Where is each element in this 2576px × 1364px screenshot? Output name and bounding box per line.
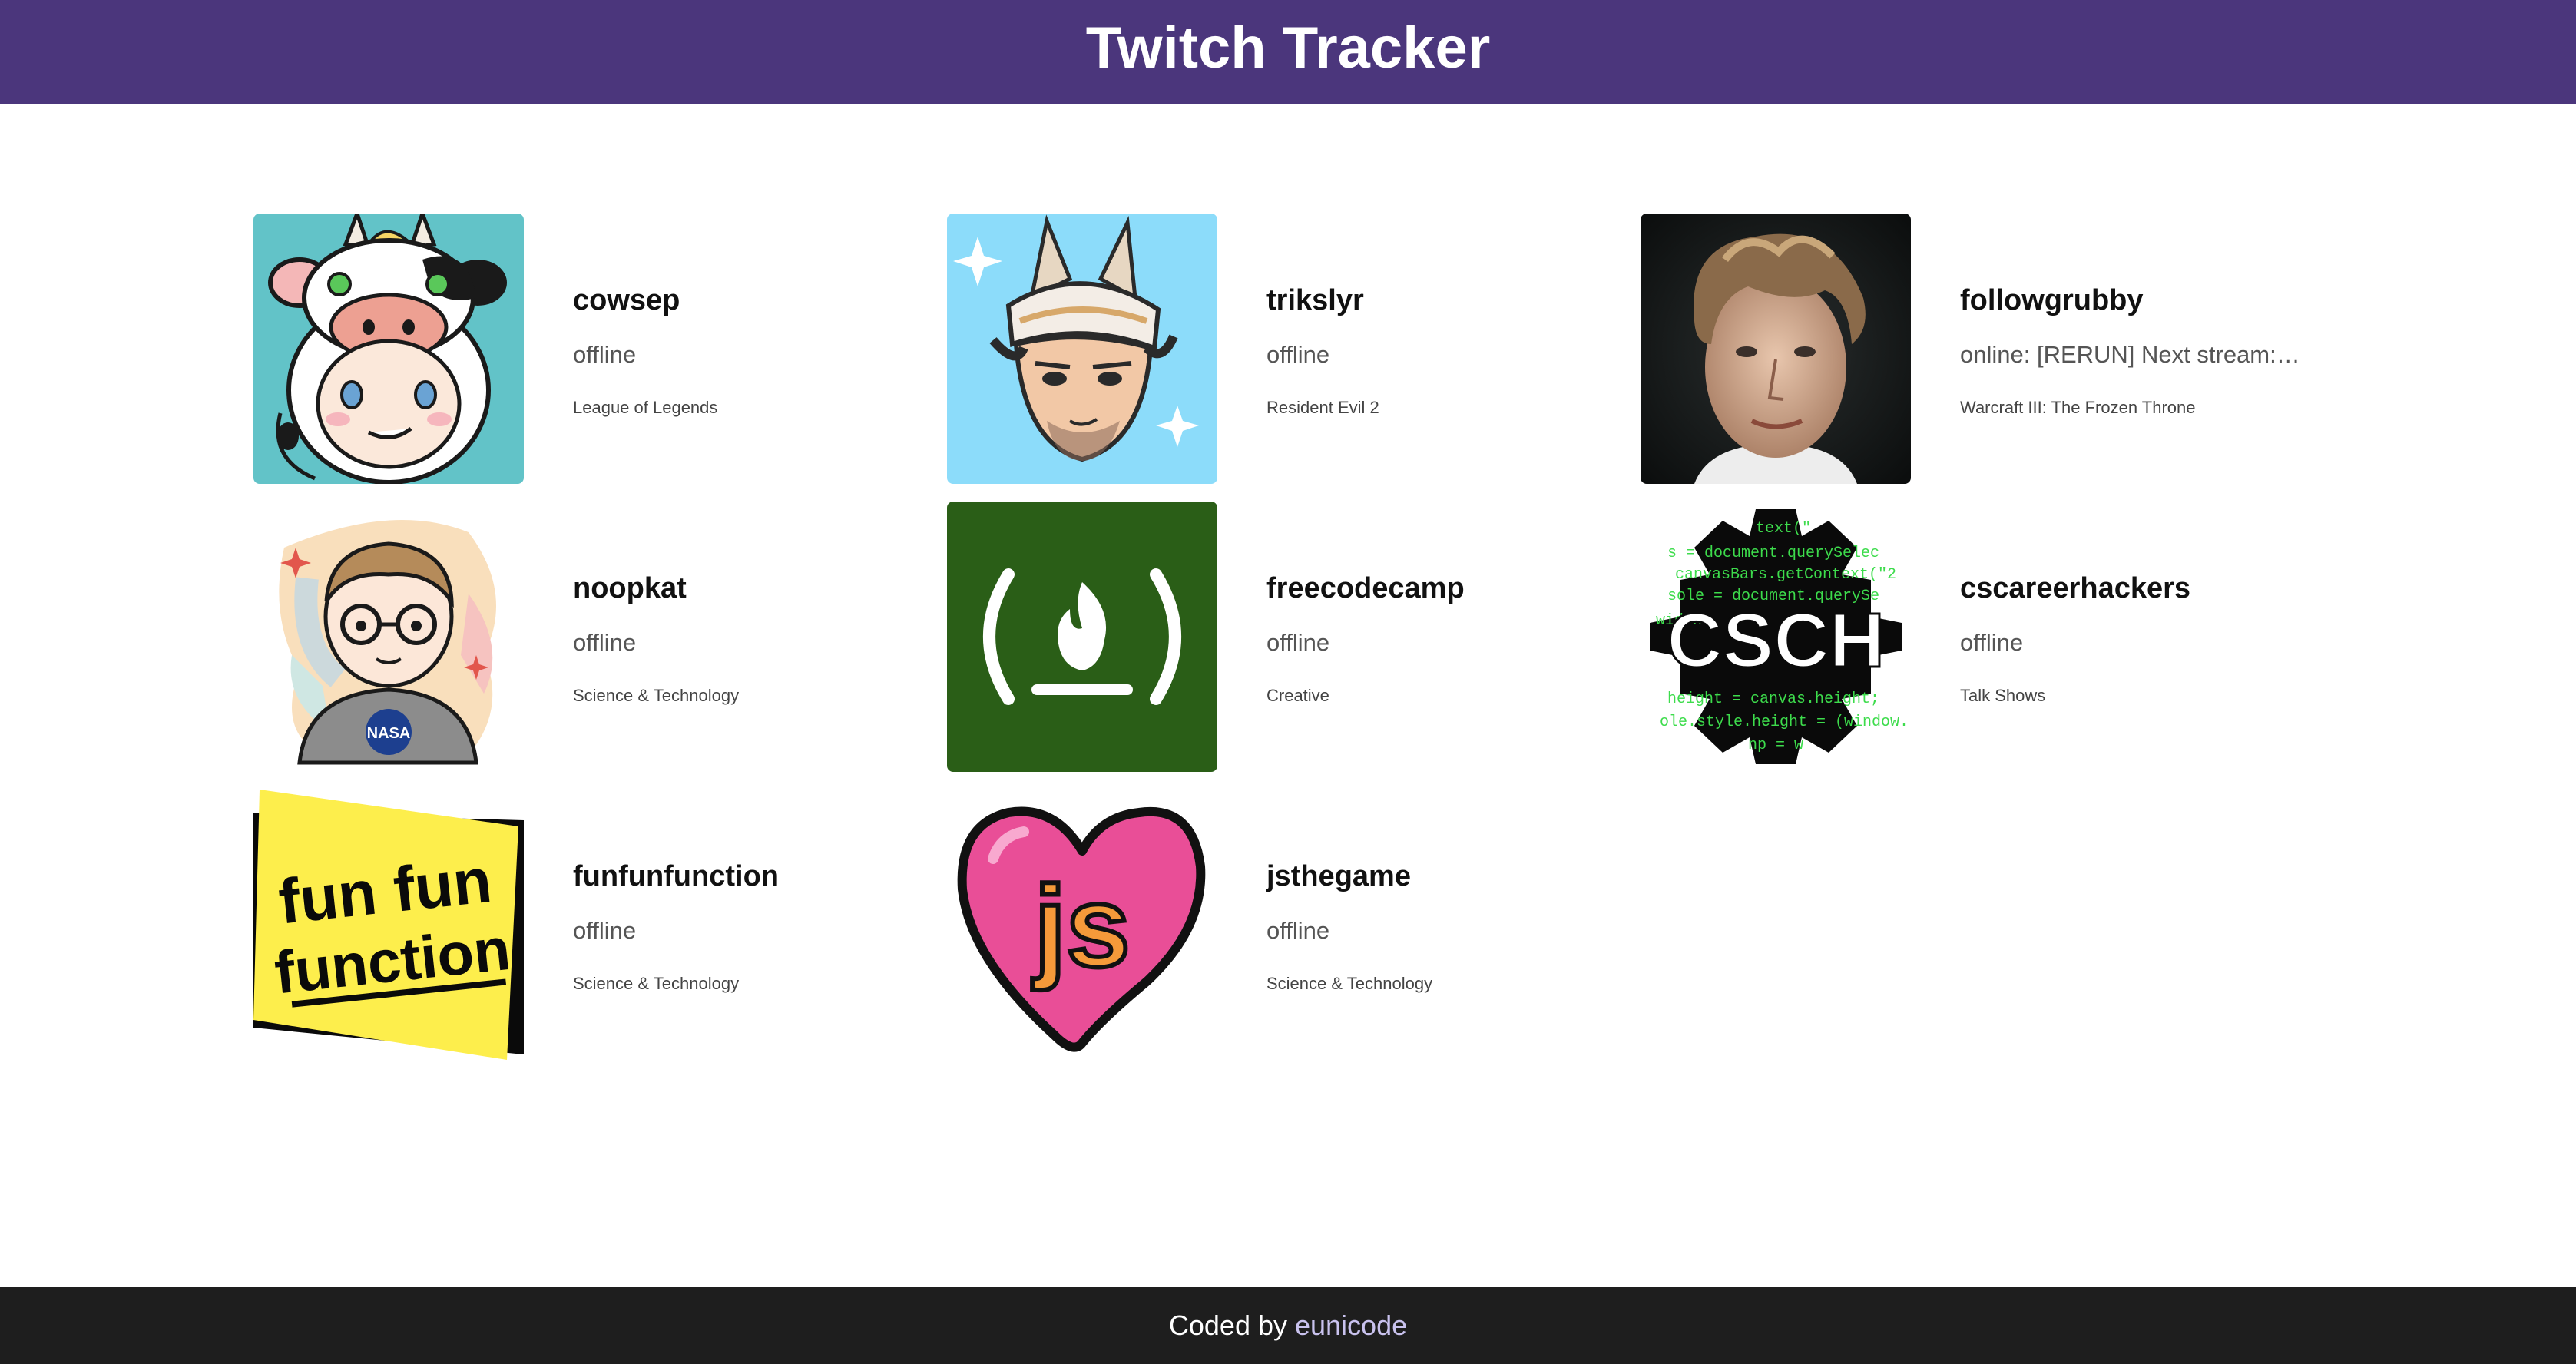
streamer-name[interactable]: cowsep: [573, 284, 680, 317]
streamer-card-followgrubby[interactable]: followgrubby online: [RERUN] Next stream…: [1641, 214, 2316, 484]
svg-text:s = document.querySelec: s = document.querySelec: [1667, 545, 1879, 562]
svg-text:js: js: [1031, 862, 1130, 991]
svg-text:CSCH: CSCH: [1667, 598, 1884, 684]
heart-logo-icon: js: [947, 790, 1217, 1060]
author-link[interactable]: eunicode: [1295, 1309, 1407, 1342]
streamer-name[interactable]: noopkat: [573, 572, 687, 605]
streamer-status: offline: [1266, 629, 1330, 656]
svg-text:NASA: NASA: [367, 725, 411, 742]
portrait-avatar-icon: [1641, 214, 1911, 484]
streamer-card-cowsep[interactable]: cowsep offline League of Legends: [253, 214, 929, 484]
svg-text:ole.style.height = (window.: ole.style.height = (window.: [1660, 713, 1909, 731]
streamer-card-cscareerhackers[interactable]: text(" s = document.querySelec canvasBar…: [1641, 502, 2316, 772]
streamer-game: Science & Technology: [1266, 974, 1433, 993]
streamer-game: Resident Evil 2: [1266, 398, 1379, 417]
glasses-character-avatar-icon: NASA: [253, 502, 524, 772]
streamer-name[interactable]: freecodecamp: [1266, 572, 1465, 605]
streamer-name[interactable]: trikslyr: [1266, 284, 1364, 317]
campfire-logo-icon: [947, 502, 1217, 772]
streamer-game: Creative: [1266, 686, 1329, 705]
streamer-game: Science & Technology: [573, 974, 740, 993]
footer-prefix: Coded by: [1168, 1309, 1287, 1341]
svg-text:canvasBars.getContext("2: canvasBars.getContext("2: [1675, 566, 1896, 584]
svg-text:np = w: np = w: [1748, 737, 1803, 754]
streamer-name[interactable]: funfunfunction: [573, 860, 779, 893]
gear-logo-icon: text(" s = document.querySelec canvasBar…: [1641, 502, 1911, 772]
streamer-status: offline: [1266, 917, 1330, 944]
streamer-name[interactable]: followgrubby: [1960, 284, 2144, 317]
streamer-grid: cowsep offline League of Legends triksly…: [0, 0, 2576, 1364]
streamer-card-funfunfunction[interactable]: fun fun function funfunfunction offline …: [253, 790, 929, 1060]
streamer-game: Warcraft III: The Frozen Throne: [1960, 398, 2196, 417]
streamer-game: League of Legends: [573, 398, 718, 417]
horned-character-avatar-icon: [947, 214, 1217, 484]
streamer-card-noopkat[interactable]: NASA noopkat offline Science & Technolog…: [253, 502, 929, 772]
streamer-name[interactable]: cscareerhackers: [1960, 572, 2190, 605]
streamer-status: offline: [573, 341, 637, 368]
streamer-card-jsthegame[interactable]: js jsthegame offline Science & Technolog…: [947, 790, 1623, 1060]
svg-text:height = canvas.height;: height = canvas.height;: [1667, 690, 1879, 708]
streamer-card-freecodecamp[interactable]: freecodecamp offline Creative: [947, 502, 1623, 772]
streamer-status: online: [RERUN] Next stream:…: [1960, 341, 2300, 368]
streamer-status: offline: [1960, 629, 2024, 656]
streamer-card-trikslyr[interactable]: trikslyr offline Resident Evil 2: [947, 214, 1623, 484]
svg-text:text(": text(": [1756, 520, 1811, 538]
streamer-name[interactable]: jsthegame: [1266, 860, 1411, 893]
funfunfunction-logo-icon: fun fun function: [253, 790, 524, 1060]
cow-avatar-icon: [253, 214, 524, 484]
app-footer: Coded by eunicode: [0, 1287, 2576, 1364]
streamer-status: offline: [573, 917, 637, 944]
streamer-status: offline: [573, 629, 637, 656]
streamer-game: Talk Shows: [1960, 686, 2046, 705]
streamer-game: Science & Technology: [573, 686, 740, 705]
streamer-status: offline: [1266, 341, 1330, 368]
